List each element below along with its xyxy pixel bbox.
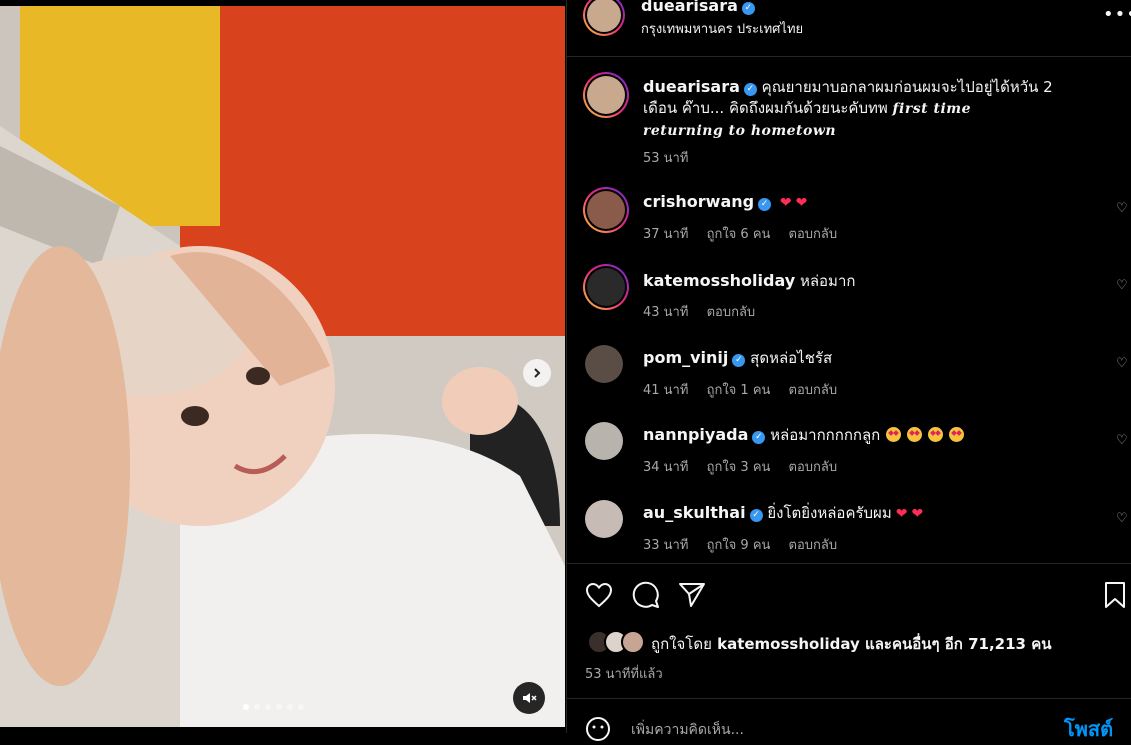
bookmark-icon[interactable] <box>1104 581 1126 609</box>
verified-icon: ✓ <box>741 2 755 15</box>
commenter-avatar[interactable] <box>583 187 629 233</box>
comment-text: crishorwang ✓ ❤ ❤ <box>643 191 1053 214</box>
comment-time: 34 นาที <box>643 460 689 475</box>
comment-time: 37 นาที <box>643 227 689 242</box>
commenter-avatar[interactable] <box>585 500 623 538</box>
post-location[interactable]: กรุงเทพมหานคร ประเทศไทย <box>641 18 803 39</box>
comment-likes[interactable]: ถูกใจ 9 คน <box>707 538 771 553</box>
comment-like-icon[interactable]: ♡ <box>1116 356 1128 371</box>
comment-meta: 37 นาที ถูกใจ 6 คน ตอบกลับ <box>643 223 851 244</box>
post-comment-button[interactable]: โพสต์ <box>1064 713 1113 745</box>
star-eyes-emoji <box>907 427 923 442</box>
carousel-dot <box>243 704 249 710</box>
carousel-dot <box>287 704 293 710</box>
post-media[interactable] <box>0 6 565 727</box>
commenter-avatar[interactable] <box>583 264 629 310</box>
add-comment-bar: เพิ่มความคิดเห็น... โพสต์ <box>567 698 1131 741</box>
chevron-right-icon <box>534 368 541 378</box>
comment-body: ยิ่งโตยิ่งหล่อครับผม <box>767 504 892 522</box>
posted-time[interactable]: 53 นาทีที่แล้ว <box>585 663 663 684</box>
carousel-dot <box>298 704 304 710</box>
comment-meta: 33 นาที ถูกใจ 9 คน ตอบกลับ <box>643 534 851 555</box>
reply-button[interactable]: ตอบกลับ <box>707 305 756 320</box>
comment-text: au_skulthai ✓ ยิ่งโตยิ่งหล่อครับผม ❤ ❤ <box>643 502 1053 525</box>
comment-text: nannpiyada ✓ หล่อมากกกกกลูก <box>643 424 1053 446</box>
reply-button[interactable]: ตอบกลับ <box>789 460 838 475</box>
red-heart-emoji: ❤ <box>779 195 792 211</box>
comment-text: katemossholiday หล่อมาก <box>643 270 1053 292</box>
carousel-dot <box>276 704 282 710</box>
comment-like-icon[interactable]: ♡ <box>1116 201 1128 216</box>
comment-like-icon[interactable]: ♡ <box>1116 433 1128 448</box>
post-header: duearisara✓ กรุงเทพมหานคร ประเทศไทย ••• <box>567 0 1131 57</box>
more-options-icon[interactable]: ••• <box>1103 4 1131 25</box>
comment-like-icon[interactable]: ♡ <box>1116 278 1128 293</box>
liked-by-prefix: ถูกใจโดย <box>651 635 712 653</box>
speaker-muted-icon <box>523 693 537 703</box>
caption-text: duearisara ✓ คุณยายมาบอกลาผมก่อนผมจะไปอยู… <box>643 76 1053 142</box>
comment-text: pom_vinij ✓ สุดหล่อไชรัส <box>643 347 1053 369</box>
verified-icon: ✓ <box>758 198 772 211</box>
comment-username[interactable]: crishorwang <box>643 192 754 211</box>
liker-avatar[interactable] <box>621 630 645 654</box>
comment-body: หล่อมาก <box>799 272 856 290</box>
paper-plane-icon[interactable] <box>678 581 706 609</box>
reply-button[interactable]: ตอบกลับ <box>789 227 838 242</box>
commenter-avatar[interactable] <box>585 422 623 460</box>
comment-likes[interactable]: ถูกใจ 1 คน <box>707 383 771 398</box>
post-actions: ถูกใจโดย katemossholiday และคนอื่นๆ อีก … <box>567 563 1131 699</box>
red-heart-emoji: ❤ <box>795 195 808 211</box>
author-name-row: duearisara ✓ <box>641 0 755 15</box>
next-slide-button[interactable] <box>523 359 551 387</box>
red-heart-emoji: ❤ <box>911 506 924 522</box>
speech-bubble-icon[interactable] <box>632 581 660 609</box>
verified-icon: ✓ <box>732 354 746 367</box>
verified-icon: ✓ <box>749 509 763 522</box>
liked-by-user[interactable]: katemossholiday <box>717 635 860 653</box>
verified-icon: ✓ <box>743 83 757 96</box>
smiley-icon[interactable] <box>585 716 611 742</box>
comment-time: 43 นาที <box>643 305 689 320</box>
comment-meta: 43 นาที ตอบกลับ <box>643 301 769 322</box>
red-heart-emoji: ❤ <box>895 506 908 522</box>
comment-username[interactable]: pom_vinij <box>643 348 728 367</box>
baby-photo <box>0 6 565 727</box>
post-details-panel: duearisara✓ กรุงเทพมหานคร ประเทศไทย ••• … <box>566 0 1131 741</box>
author-avatar[interactable] <box>583 0 625 36</box>
star-eyes-emoji <box>886 427 902 442</box>
carousel-dot <box>265 704 271 710</box>
carousel-dot <box>254 704 260 710</box>
likes-summary[interactable]: ถูกใจโดย katemossholiday และคนอื่นๆ อีก … <box>651 632 1051 656</box>
caption-time: 53 นาที <box>643 151 689 166</box>
author-username[interactable]: duearisara <box>641 0 738 15</box>
comment-like-icon[interactable]: ♡ <box>1116 511 1128 526</box>
comment-username[interactable]: katemossholiday <box>643 271 795 290</box>
carousel-indicators <box>243 704 304 710</box>
comment-username[interactable]: nannpiyada <box>643 425 748 444</box>
liked-by-others[interactable]: และคนอื่นๆ อีก 71,213 คน <box>865 635 1051 653</box>
star-eyes-emoji <box>928 427 944 442</box>
comment-body: สุดหล่อไชรัส <box>750 349 833 367</box>
comment-time: 41 นาที <box>643 383 689 398</box>
commenter-avatar[interactable] <box>585 345 623 383</box>
comment-likes[interactable]: ถูกใจ 6 คน <box>707 227 771 242</box>
reply-button[interactable]: ตอบกลับ <box>789 383 838 398</box>
comment-username[interactable]: au_skulthai <box>643 503 746 522</box>
comment-body: หล่อมากกกกกลูก <box>770 426 881 444</box>
heart-outline-icon[interactable] <box>585 582 613 608</box>
mute-button[interactable] <box>513 682 545 714</box>
caption-avatar[interactable] <box>583 72 629 118</box>
comment-meta: 41 นาที ถูกใจ 1 คน ตอบกลับ <box>643 379 851 400</box>
verified-icon: ✓ <box>752 431 766 444</box>
reply-button[interactable]: ตอบกลับ <box>789 538 838 553</box>
comment-meta: 34 นาที ถูกใจ 3 คน ตอบกลับ <box>643 456 851 477</box>
caption-username[interactable]: duearisara <box>643 77 740 96</box>
comment-input[interactable]: เพิ่มความคิดเห็น... <box>631 719 744 741</box>
comment-likes[interactable]: ถูกใจ 3 คน <box>707 460 771 475</box>
star-eyes-emoji <box>949 427 965 442</box>
comment-time: 33 นาที <box>643 538 689 553</box>
